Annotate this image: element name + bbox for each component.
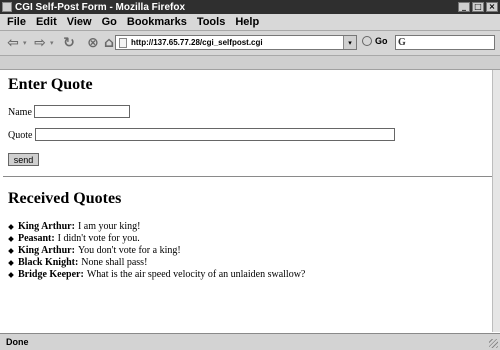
menu-go[interactable]: Go [102,16,117,28]
firefox-app-icon [2,2,12,12]
page-icon [119,37,127,48]
address-bar[interactable]: http://137.65.77.28/cgi_selfpost.cgi ▾ [115,35,357,50]
forward-history-dropdown-icon[interactable]: ▾ [50,39,54,47]
quote-text: I didn't vote for you. [57,233,140,244]
name-input[interactable] [34,105,130,118]
back-arrow-icon[interactable]: ⇦ [4,35,22,51]
quote-list: King Arthur: I am your king! Peasant: I … [8,221,305,281]
menu-help[interactable]: Help [235,16,259,28]
quote-text: You don't vote for a king! [77,245,181,256]
menu-tools[interactable]: Tools [197,16,226,28]
quote-text: I am your king! [77,221,141,232]
search-box[interactable]: G [395,35,495,50]
quote-item: Bridge Keeper: What is the air speed vel… [8,269,305,281]
bullet-icon [8,224,14,230]
quote-text: What is the air speed velocity of an unl… [86,269,306,280]
bullet-icon [8,248,14,254]
menu-file[interactable]: File [7,16,26,28]
navigation-toolbar: ⇦ ▾ ⇨ ▾ ↻ ⊗ ⌂ http://137.65.77.28/cgi_se… [0,31,500,56]
enter-quote-heading: Enter Quote [8,76,93,93]
go-button[interactable]: Go [362,36,388,46]
go-icon [362,36,372,46]
maximize-button[interactable]: □ [472,2,484,12]
name-label: Name [8,107,32,118]
bullet-icon [8,236,14,242]
home-icon[interactable]: ⌂ [103,35,115,51]
menu-edit[interactable]: Edit [36,16,57,28]
menu-bar: File Edit View Go Bookmarks Tools Help [0,14,500,31]
google-search-icon: G [398,37,406,48]
back-history-dropdown-icon[interactable]: ▾ [23,39,27,47]
title-bar: CGI Self-Post Form - Mozilla Firefox _ □… [0,0,500,14]
stop-icon[interactable]: ⊗ [84,35,102,51]
forward-arrow-icon[interactable]: ⇨ [31,35,49,51]
reload-icon[interactable]: ↻ [60,35,78,51]
address-dropdown-icon[interactable]: ▾ [343,36,356,49]
menu-view[interactable]: View [67,16,92,28]
vertical-scrollbar[interactable] [492,70,500,332]
bookmarks-toolbar [0,56,500,70]
divider [3,176,493,177]
window-title: CGI Self-Post Form - Mozilla Firefox [15,1,186,13]
close-button[interactable]: × [486,2,498,12]
quote-input[interactable] [35,128,395,141]
bullet-icon [8,272,14,278]
menu-bookmarks[interactable]: Bookmarks [127,16,187,28]
resize-grip-icon[interactable] [489,339,498,348]
quote-speaker: King Arthur: [18,245,75,256]
quote-text: None shall pass! [81,257,148,268]
quote-speaker: Peasant: [18,233,55,244]
quote-speaker: King Arthur: [18,221,75,232]
go-label: Go [375,36,388,46]
quote-speaker: Black Knight: [18,257,79,268]
received-quotes-heading: Received Quotes [8,190,122,207]
address-url[interactable]: http://137.65.77.28/cgi_selfpost.cgi [131,38,343,47]
status-text: Done [6,337,29,347]
quote-label: Quote [8,130,33,141]
quote-item: King Arthur: I am your king! [8,221,305,233]
quote-item: King Arthur: You don't vote for a king! [8,245,305,257]
quote-speaker: Bridge Keeper: [18,269,84,280]
bullet-icon [8,260,14,266]
quote-item: Black Knight: None shall pass! [8,257,305,269]
status-bar: Done [0,333,500,350]
quote-item: Peasant: I didn't vote for you. [8,233,305,245]
send-button[interactable]: send [8,153,39,166]
page-content: Enter Quote Name Quote send Received Quo… [0,70,500,332]
minimize-button[interactable]: _ [458,2,470,12]
